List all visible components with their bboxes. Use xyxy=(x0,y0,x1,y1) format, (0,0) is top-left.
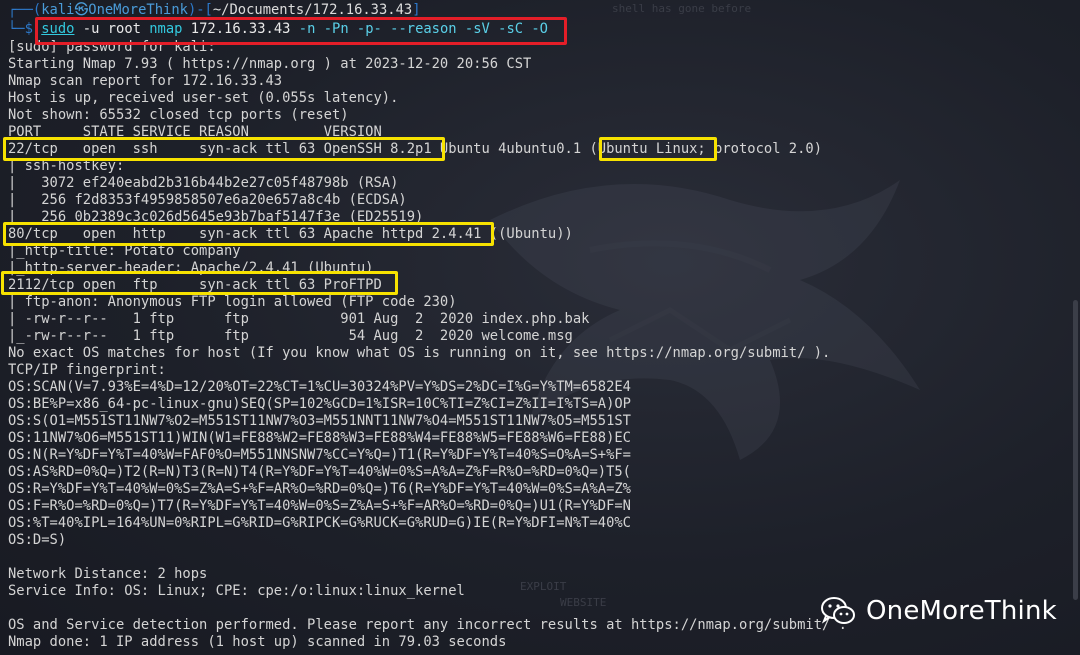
output-line: | 256 f2d8353f4959858507e6a20e657a8c4b (… xyxy=(8,192,407,208)
output-line: No exact OS matches for host (If you kno… xyxy=(8,345,831,361)
output-line: OS:AS%RD=0%Q=)T2(R=N)T3(R=N)T4(R=Y%DF=Y%… xyxy=(8,464,631,480)
wechat-icon xyxy=(821,597,855,624)
output-line: | ftp-anon: Anonymous FTP login allowed … xyxy=(8,294,457,310)
command-highlight-box xyxy=(35,17,567,45)
prompt-user-host: kali㉿OneMoreThink xyxy=(41,2,188,18)
background-watermark-text: EXPLOIT xyxy=(520,580,567,593)
output-line: OS:D=S) xyxy=(8,532,67,548)
brand-name: OneMoreThink xyxy=(866,596,1057,626)
output-line: Host is up, received user-set (0.055s la… xyxy=(8,90,399,106)
background-watermark-text: shell has gone before xyxy=(612,2,752,15)
output-line: Nmap scan report for 172.16.33.43 xyxy=(8,73,283,89)
brand-watermark: OneMoreThink xyxy=(820,591,1057,631)
output-line: OS:N(R=Y%DF=Y%T=40%W=FAF0%O=M551NNSNW7%C… xyxy=(8,447,631,463)
output-line: OS and Service detection performed. Plea… xyxy=(8,617,847,633)
os-highlight-box xyxy=(599,137,717,161)
http-port-highlight-box xyxy=(3,222,494,246)
terminal-window[interactable]: shell has gone before EXPLOIT WEBSITE ┌─… xyxy=(0,0,1080,655)
output-line: | -rw-r--r-- 1 ftp ftp 901 Aug 2 2020 in… xyxy=(8,311,590,327)
ftp-port-highlight-box xyxy=(1,271,398,295)
output-line: Not shown: 65532 closed tcp ports (reset… xyxy=(8,107,349,123)
terminal-scrollbar[interactable] xyxy=(1073,300,1078,600)
output-line: Starting Nmap 7.93 ( https://nmap.org ) … xyxy=(8,56,532,72)
output-line: Service Info: OS: Linux; CPE: cpe:/o:lin… xyxy=(8,583,465,599)
output-line: OS:S(O1=M551ST11NW7%O2=M551ST11NW7%O3=M5… xyxy=(8,413,631,429)
output-line: OS:11NW7%O6=M551ST11)WIN(W1=FE88%W2=FE88… xyxy=(8,430,631,446)
ssh-port-highlight-box xyxy=(3,137,445,161)
output-line: Network Distance: 2 hops xyxy=(8,566,208,582)
output-line: Nmap done: 1 IP address (1 host up) scan… xyxy=(8,634,507,650)
prompt-path: ~/Documents/172.16.33.43 xyxy=(212,2,413,18)
output-line: | 3072 ef240eabd2b316b44b2e27c05f48798b … xyxy=(8,175,399,191)
output-line: OS:BE%P=x86_64-pc-linux-gnu)SEQ(SP=102%G… xyxy=(8,396,631,412)
output-line: |_-rw-r--r-- 1 ftp ftp 54 Aug 2 2020 wel… xyxy=(8,328,573,344)
output-line: OS:F=R%O=%RD=0%Q=)T7(R=Y%DF=Y%T=40%W=0%S… xyxy=(8,498,631,514)
background-watermark-text: WEBSITE xyxy=(560,596,607,609)
output-line: TCP/IP fingerprint: xyxy=(8,362,166,378)
output-line: OS:SCAN(V=7.93%E=4%D=12/20%OT=22%CT=1%CU… xyxy=(8,379,631,395)
output-line: OS:R=Y%DF=Y%T=40%W=0%S=Z%A=S+%F=AR%O=%RD… xyxy=(8,481,631,497)
output-line: OS:%T=40%IPL=164%UN=0%RIPL=G%RID=G%RIPCK… xyxy=(8,515,631,531)
